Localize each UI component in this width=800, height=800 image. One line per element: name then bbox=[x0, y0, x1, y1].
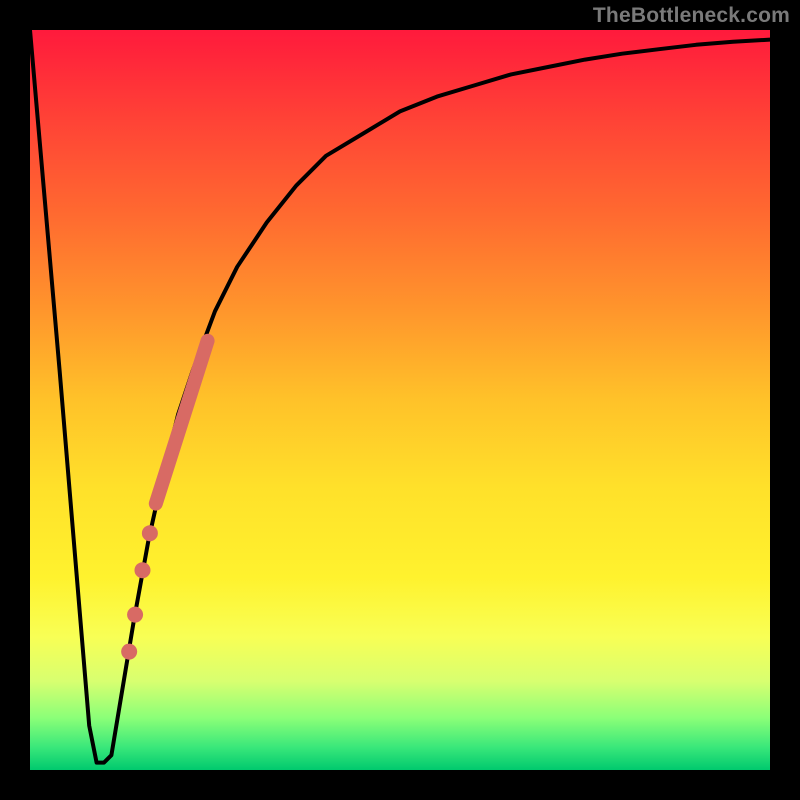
chart-frame: TheBottleneck.com bbox=[0, 0, 800, 800]
highlight-dot bbox=[134, 562, 150, 578]
curve-layer bbox=[30, 30, 770, 770]
highlight-dot bbox=[142, 525, 158, 541]
highlight-segment bbox=[156, 341, 208, 504]
bottleneck-curve bbox=[30, 30, 770, 763]
plot-area bbox=[30, 30, 770, 770]
highlight-dot bbox=[121, 644, 137, 660]
watermark-text: TheBottleneck.com bbox=[593, 4, 790, 28]
highlight-dot bbox=[127, 607, 143, 623]
